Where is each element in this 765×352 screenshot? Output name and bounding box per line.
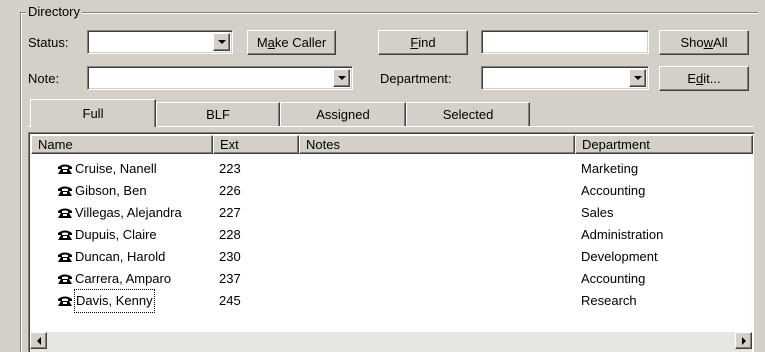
- arrow-left-icon: [36, 336, 41, 345]
- chevron-down-icon: [337, 76, 346, 80]
- telephone-icon: [57, 163, 73, 175]
- row-name: Cruise, Nanell: [75, 161, 157, 176]
- column-header-name[interactable]: Name: [31, 135, 213, 154]
- directory-group-title: Directory: [26, 4, 83, 20]
- table-row[interactable]: Gibson, Ben 226 Accounting: [31, 180, 752, 202]
- row-ext: 237: [219, 271, 241, 286]
- department-dropdown-button[interactable]: [629, 69, 646, 87]
- telephone-icon: [57, 229, 73, 241]
- column-header-department[interactable]: Department: [575, 135, 753, 154]
- row-ext: 230: [219, 249, 241, 264]
- telephone-icon: [57, 273, 73, 285]
- table-row[interactable]: Davis, Kenny 245 Research: [31, 289, 752, 313]
- table-row[interactable]: Duncan, Harold 230 Development: [31, 246, 752, 268]
- make-caller-button[interactable]: Ma ke Caller: [247, 30, 336, 55]
- row-department: Marketing: [581, 161, 639, 176]
- row-ext: 223: [219, 161, 241, 176]
- directory-list[interactable]: Name Ext Notes Department Cruise, Nanell…: [28, 132, 754, 352]
- telephone-icon: [57, 251, 73, 263]
- scroll-right-button[interactable]: [735, 332, 752, 349]
- table-row[interactable]: Carrera, Amparo 237 Accounting: [31, 268, 752, 290]
- row-department: Administration: [581, 227, 664, 242]
- note-combobox[interactable]: [87, 66, 353, 90]
- telephone-icon: [57, 295, 73, 307]
- horizontal-scrollbar[interactable]: [30, 332, 752, 352]
- row-name: Duncan, Harold: [75, 249, 166, 264]
- table-row[interactable]: Villegas, Alejandra 227 Sales: [31, 202, 752, 224]
- row-department: Accounting: [581, 271, 646, 286]
- row-department: Research: [581, 293, 637, 308]
- row-department: Accounting: [581, 183, 646, 198]
- row-name: Carrera, Amparo: [75, 271, 172, 286]
- tab-blf[interactable]: BLF: [156, 102, 280, 126]
- telephone-icon: [57, 185, 73, 197]
- note-label: Note:: [28, 71, 60, 86]
- find-button[interactable]: Find: [378, 30, 468, 55]
- row-department: Development: [581, 249, 658, 264]
- row-name: Villegas, Alejandra: [75, 205, 182, 220]
- row-ext: 245: [219, 293, 241, 308]
- row-name: Gibson, Ben: [75, 183, 147, 198]
- scroll-left-button[interactable]: [30, 332, 47, 349]
- status-dropdown-button[interactable]: [213, 33, 230, 51]
- row-name: Davis, Kenny: [74, 289, 155, 313]
- column-header-ext[interactable]: Ext: [213, 135, 299, 154]
- department-combobox[interactable]: [481, 66, 649, 90]
- chevron-down-icon: [633, 76, 642, 80]
- tab-selected[interactable]: Selected: [406, 102, 530, 126]
- row-ext: 226: [219, 183, 241, 198]
- arrow-right-icon: [741, 336, 746, 345]
- edit-button[interactable]: Ed it...: [659, 66, 749, 91]
- tab-full[interactable]: Full: [30, 99, 156, 127]
- table-row[interactable]: Cruise, Nanell 223 Marketing: [31, 158, 752, 180]
- row-ext: 228: [219, 227, 241, 242]
- telephone-icon: [57, 207, 73, 219]
- row-name: Dupuis, Claire: [75, 227, 157, 242]
- chevron-down-icon: [217, 40, 226, 44]
- status-combobox[interactable]: [87, 30, 233, 54]
- row-ext: 227: [219, 205, 241, 220]
- tab-assigned[interactable]: Assigned: [280, 102, 406, 126]
- row-department: Sales: [581, 205, 614, 220]
- table-row[interactable]: Dupuis, Claire 228 Administration: [31, 224, 752, 246]
- note-dropdown-button[interactable]: [333, 69, 350, 87]
- find-input[interactable]: [481, 30, 649, 54]
- show-all-button[interactable]: Sho w All: [659, 30, 749, 55]
- column-header-notes[interactable]: Notes: [299, 135, 575, 154]
- department-label: Department:: [380, 71, 452, 86]
- status-label: Status:: [28, 35, 69, 50]
